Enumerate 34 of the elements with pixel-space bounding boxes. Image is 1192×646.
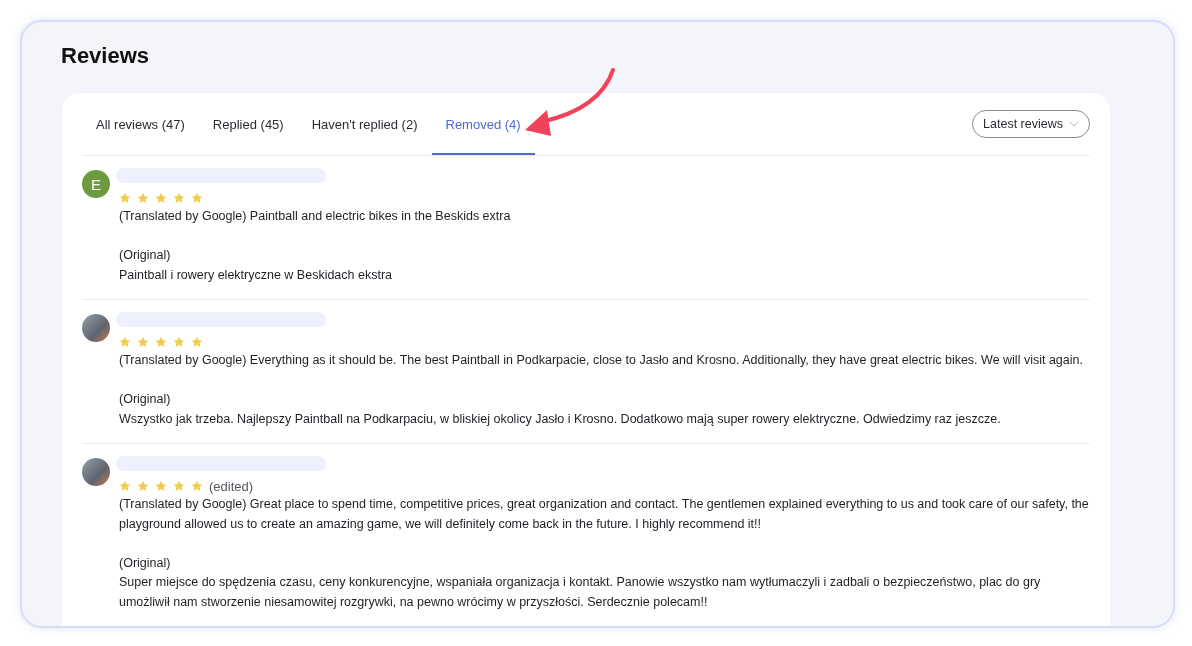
star-icon [137,480,149,492]
star-icon [119,480,131,492]
star-icon [155,480,167,492]
original-label: (Original) [119,391,172,408]
star-icon [191,336,203,348]
avatar-photo-placeholder [82,314,110,342]
avatar-photo-placeholder [82,458,110,486]
original-review-text: Paintball i rowery elektryczne w Beskidach ekstra [119,266,394,284]
avatar: E [82,170,110,198]
star-icon [119,192,131,204]
filter-tab[interactable]: All reviews (47) [82,93,199,155]
star-icon [173,336,185,348]
original-review-text: Super miejsce do spędzenia czasu, ceny konkurencyjne, wspaniała organizacja i kontakt. Panowie wszystko nam wytłumaczyli i zadbali o bezpieczeństwo, plac do gry umożliwił nam stworzenie niesamowitej rozgrywki, na pewno wrócimy w przyszłości. Serdecznie polecam!! [119,574,1042,611]
sort-dropdown[interactable]: Latest reviews [972,110,1090,138]
original-review-text: Wszystko jak trzeba. Najlepszy Paintball na Podkarpaciu, w bliskiej okolicy Jasło i Krosno. Dodatkowo mają super rowery elektryczne. Odwiedzimy raz jeszcze. [119,410,1002,428]
page-title: Reviews [60,42,151,70]
star-icon [137,192,149,204]
edited-label: (edited) [209,478,254,494]
star-icon [137,336,149,348]
star-icon [155,192,167,204]
original-label: (Original) [119,554,172,572]
star-icon [155,336,167,348]
chevron-down-icon [1069,121,1079,127]
translated-review-text: (Translated by Google) Great place to spend time, competitive prices, great organization and contact. The gentlemen explained everything to us and took care of our safety, the playground allowed us to create an amazing game, we will definitely come back in the future. I highly recommend it!! [119,496,1090,533]
translated-review-text: (Translated by Google) Paintball and electric bikes in the Beskids extra [119,208,512,225]
star-icon [173,480,185,492]
filter-tab[interactable]: Haven't replied (2) [297,93,432,155]
original-label: (Original) [119,247,172,264]
filter-tab[interactable]: Replied (45) [198,93,298,155]
star-icon [191,480,203,492]
star-icon [191,192,203,204]
star-icon [119,336,131,348]
translated-review-text: (Translated by Google) Everything as it should be. The best Paintball in Podkarpacie, close to Jasło and Krosno. Additionally, they have great electric bikes. We will visit again. [119,352,1084,369]
star-icon [173,192,185,204]
